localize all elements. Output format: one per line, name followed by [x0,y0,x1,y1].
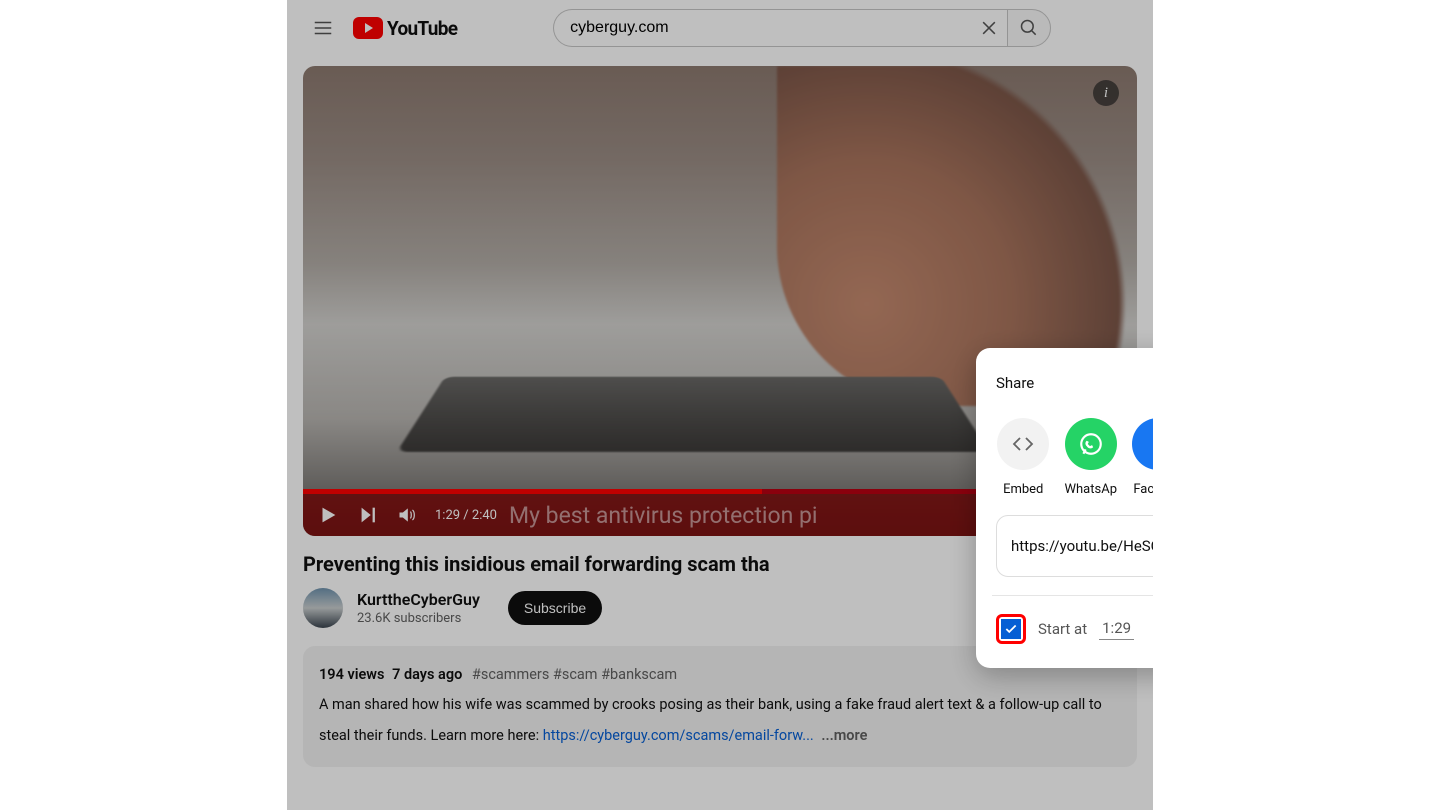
share-url-text[interactable]: https://youtu.be/HeSCXzqq4L4?si=jRSPZrG_ [1011,537,1153,555]
search-input[interactable] [553,9,971,47]
subscribe-button[interactable]: Subscribe [508,591,602,625]
hamburger-icon [312,17,334,39]
view-count: 194 views [319,666,384,683]
youtube-play-icon [353,17,383,39]
share-dialog: Share Embed WhatsAp f Faceboo [976,348,1153,668]
whatsapp-icon [1078,431,1104,457]
description-link[interactable]: https://cyberguy.com/scams/email-forw... [543,727,814,744]
top-header: YouTube [287,0,1153,56]
share-dialog-title: Share [996,374,1034,392]
divider [992,595,1153,596]
next-icon [357,504,379,526]
start-at-label: Start at [1038,620,1087,638]
video-overlay-caption: My best antivirus protection pi [509,502,818,529]
search-clear-button[interactable] [971,9,1007,47]
time-display: 1:29 / 2:40 [435,508,497,523]
search-bar [553,9,1051,47]
show-more-button[interactable]: ...more [821,727,867,744]
embed-icon [1011,432,1035,456]
play-button[interactable] [317,504,339,526]
hashtags[interactable]: #scammers #scam #bankscam [472,666,677,683]
subscriber-count: 23.6K subscribers [357,611,480,626]
start-at-time-input[interactable]: 1:29 [1099,619,1134,640]
upload-age: 7 days ago [392,666,462,683]
youtube-logo[interactable]: YouTube [353,17,457,40]
search-button[interactable] [1007,9,1051,47]
start-at-checkbox[interactable] [1001,619,1021,639]
video-info-button[interactable]: i [1093,80,1119,106]
play-icon [317,504,339,526]
channel-avatar[interactable] [303,588,343,628]
annotation-highlight [996,614,1026,644]
hamburger-menu-button[interactable] [303,8,343,48]
volume-icon [397,505,417,525]
start-at-row: Start at 1:29 [996,614,1153,644]
channel-name[interactable]: KurttheCyberGuy [357,590,480,609]
search-icon [1019,18,1039,38]
close-icon [979,18,999,38]
next-button[interactable] [357,504,379,526]
share-option-facebook[interactable]: f Faceboo [1131,418,1153,497]
share-options-row: Embed WhatsAp f Faceboo X Email [996,418,1153,497]
youtube-wordmark: YouTube [387,17,457,40]
share-url-row: https://youtu.be/HeSCXzqq4L4?si=jRSPZrG_… [996,515,1153,577]
volume-button[interactable] [397,505,417,525]
video-thumbnail-art [397,377,990,452]
share-option-embed[interactable]: Embed [996,418,1051,497]
share-option-whatsapp[interactable]: WhatsAp [1064,418,1119,497]
checkmark-icon [1004,622,1018,636]
